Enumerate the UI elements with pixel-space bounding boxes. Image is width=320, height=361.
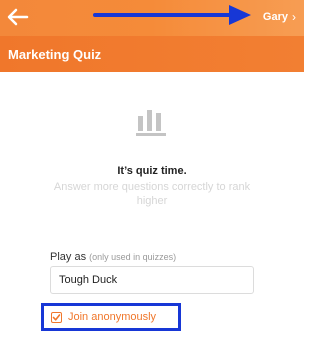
checkbox[interactable]: [51, 311, 62, 323]
quiz-headline: It’s quiz time.: [117, 165, 187, 177]
check-icon: [52, 313, 61, 321]
player-name-input[interactable]: [50, 266, 254, 294]
top-bar: Gary ›: [0, 0, 304, 36]
join-anonymously-label: Join anonymously: [68, 311, 157, 323]
arrow-left-icon: [7, 8, 29, 26]
quiz-subtext: Answer more questions correctly to rank …: [53, 181, 251, 207]
user-menu-link[interactable]: Gary ›: [263, 9, 296, 25]
join-anonymously-checkbox[interactable]: Join anonymously: [51, 311, 156, 323]
quiz-title: Marketing Quiz: [8, 47, 102, 62]
bar-chart-icon: [133, 107, 169, 137]
play-as-hint: (only used in quizzes): [89, 252, 177, 262]
play-as-label: Play as (only used in quizzes): [50, 251, 176, 263]
back-button[interactable]: [6, 6, 30, 28]
user-name: Gary: [262, 11, 288, 23]
play-as-label-text: Play as: [50, 251, 87, 263]
chevron-right-icon: ›: [292, 10, 296, 24]
quiz-title-bar: Marketing Quiz: [0, 36, 304, 72]
